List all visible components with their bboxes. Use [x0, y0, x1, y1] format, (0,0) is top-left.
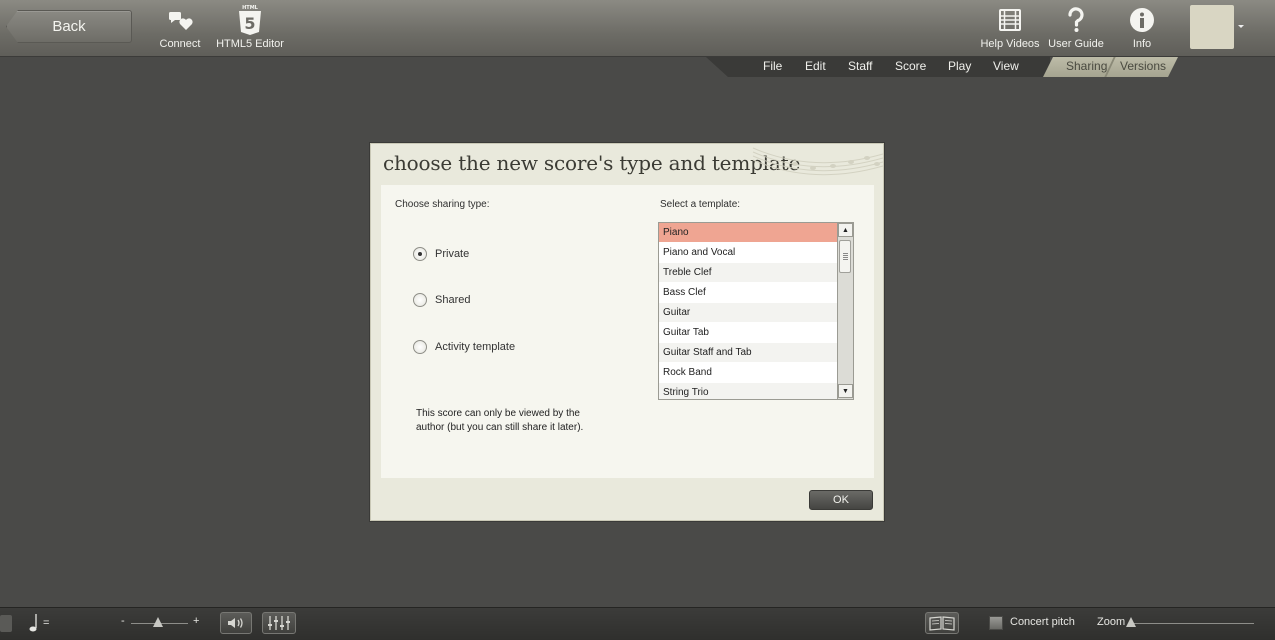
volume-plus[interactable]: +	[193, 615, 199, 627]
html5-editor-label: HTML5 Editor	[216, 38, 284, 50]
svg-text:HTML: HTML	[242, 5, 259, 11]
ok-button[interactable]: OK	[809, 490, 873, 510]
concert-pitch-label: Concert pitch	[1010, 616, 1075, 628]
radio-button[interactable]	[413, 340, 427, 354]
back-button[interactable]: Back	[6, 10, 132, 43]
menu-staff[interactable]: Staff	[848, 59, 872, 73]
volume-minus[interactable]: -	[121, 615, 125, 627]
info-label: Info	[1132, 38, 1152, 50]
chevron-down-icon[interactable]	[1238, 25, 1244, 28]
sharing-description: This score can only be viewed by the aut…	[416, 408, 584, 433]
radio-button[interactable]	[413, 293, 427, 307]
tempo-equals: =	[43, 617, 50, 629]
user-guide-label: User Guide	[1048, 38, 1104, 50]
scroll-up-icon[interactable]: ▲	[838, 223, 853, 237]
list-item[interactable]: Treble Clef	[659, 263, 837, 283]
list-item[interactable]: Bass Clef	[659, 283, 837, 303]
question-icon	[1067, 5, 1085, 35]
panel-toggle[interactable]	[0, 615, 12, 632]
radio-shared[interactable]: Shared	[413, 293, 470, 307]
score-view-button[interactable]	[925, 612, 959, 634]
menu-edit[interactable]: Edit	[805, 59, 826, 73]
tab-sharing[interactable]: Sharing	[1066, 59, 1107, 73]
bottom-toolbar	[0, 607, 1275, 640]
html5-editor-button[interactable]: HTML 5 HTML5 Editor	[216, 5, 284, 51]
volume-slider-thumb[interactable]	[153, 617, 163, 627]
radio-label: Activity template	[435, 341, 516, 353]
avatar[interactable]	[1190, 5, 1234, 49]
sharing-type-label: Choose sharing type:	[395, 199, 490, 210]
scroll-thumb[interactable]	[839, 240, 851, 273]
mixer-icon	[268, 616, 290, 630]
list-item[interactable]: Piano and Vocal	[659, 243, 837, 263]
help-videos-label: Help Videos	[980, 38, 1040, 50]
menu-play[interactable]: Play	[948, 59, 971, 73]
music-notes-decoration	[752, 147, 883, 176]
dialog-panel: Choose sharing type: Select a template: …	[381, 185, 874, 478]
list-item[interactable]: Guitar Staff and Tab	[659, 343, 837, 363]
radio-button[interactable]	[413, 247, 427, 261]
info-icon	[1129, 5, 1155, 35]
svg-text:5: 5	[244, 14, 255, 33]
template-label: Select a template:	[660, 199, 741, 210]
connect-icon	[166, 5, 194, 35]
zoom-slider-thumb[interactable]	[1126, 617, 1136, 627]
top-toolbar: Back Connect HTML 5 HTML5 Editor Help Vi…	[0, 0, 1275, 57]
template-list[interactable]: Piano Piano and Vocal Treble Clef Bass C…	[658, 222, 854, 400]
mixer-button[interactable]	[262, 612, 296, 634]
scroll-down-icon[interactable]: ▼	[838, 384, 853, 398]
list-item[interactable]: Guitar	[659, 303, 837, 323]
zoom-label: Zoom	[1097, 616, 1126, 628]
menu-score[interactable]: Score	[895, 59, 926, 73]
radio-label: Shared	[435, 294, 471, 306]
scrollbar[interactable]: ▲ ▼	[837, 223, 853, 399]
list-item[interactable]: Rock Band	[659, 363, 837, 383]
connect-button[interactable]: Connect	[159, 5, 201, 51]
tab-versions[interactable]: Versions	[1120, 59, 1166, 73]
radio-private[interactable]: Private	[413, 247, 469, 261]
book-icon	[929, 616, 955, 631]
speaker-button[interactable]	[220, 612, 252, 634]
html5-icon: HTML 5	[237, 5, 263, 35]
radio-activity-template[interactable]: Activity template	[413, 340, 515, 354]
menu-view[interactable]: View	[993, 59, 1019, 73]
info-button[interactable]: Info	[1128, 5, 1156, 51]
concert-pitch-checkbox[interactable]	[989, 616, 1003, 630]
zoom-slider-track[interactable]	[1128, 623, 1254, 624]
speaker-icon	[228, 618, 243, 628]
help-videos-button[interactable]: Help Videos	[980, 5, 1040, 51]
new-score-dialog: choose the new score's type and template…	[370, 143, 884, 521]
list-item[interactable]: String Trio	[659, 383, 837, 399]
list-item[interactable]: Piano	[659, 223, 837, 243]
quarter-note-icon	[29, 614, 37, 632]
menu-file[interactable]: File	[763, 59, 782, 73]
user-guide-button[interactable]: User Guide	[1047, 5, 1105, 51]
connect-label: Connect	[159, 38, 201, 50]
radio-label: Private	[435, 248, 470, 260]
list-item[interactable]: Guitar Tab	[659, 323, 837, 343]
film-icon	[999, 5, 1021, 35]
